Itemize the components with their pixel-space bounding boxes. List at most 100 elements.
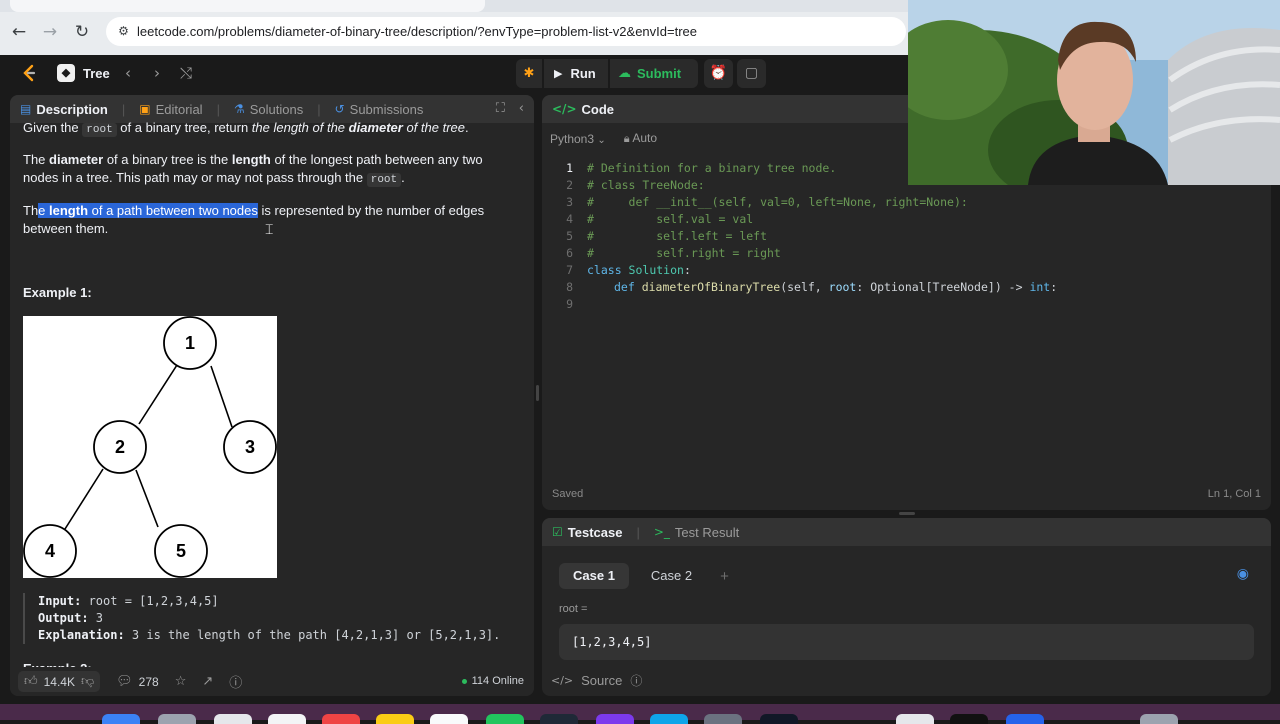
description-panel: ▤ Description | ▣ Editorial | ⚗ Solution…	[10, 95, 534, 696]
eye-icon[interactable]: ◉	[1237, 566, 1249, 582]
maximize-icon[interactable]: ⛶	[496, 101, 505, 116]
keyword: int	[1029, 280, 1051, 294]
problem-description: Given the root of a binary tree, return …	[23, 115, 523, 670]
dock-app-icon[interactable]	[376, 714, 414, 724]
leetcode-logo-icon[interactable]	[19, 63, 39, 83]
history-icon: ↺	[334, 102, 345, 116]
lock-icon: 🔒︎	[623, 132, 630, 145]
dock-app-icon[interactable]	[950, 714, 988, 724]
code-line: class Solution:	[587, 262, 691, 279]
url-text[interactable]: leetcode.com/problems/diameter-of-binary…	[137, 24, 697, 39]
shuffle-icon[interactable]: ⤭	[176, 63, 196, 83]
tree-node-label: 1	[185, 333, 195, 353]
line-number: 8	[566, 280, 573, 294]
text: of a binary tree is the	[103, 152, 232, 167]
text: .	[465, 120, 469, 135]
dock-app-icon[interactable]	[540, 714, 578, 724]
back-icon[interactable]: ←	[8, 21, 30, 43]
run-button[interactable]: ▶ Run	[544, 59, 608, 88]
strong-emphasis: diameter	[348, 120, 403, 135]
dock-app-icon[interactable]	[430, 714, 468, 724]
code-icon: </>	[552, 102, 577, 116]
inline-code: root	[82, 123, 117, 137]
address-bar[interactable]: ⚙ leetcode.com/problems/diameter-of-bina…	[106, 17, 906, 46]
line-number: 4	[566, 212, 573, 226]
share-button[interactable]: ↗	[202, 674, 213, 689]
dock-app-icon[interactable]	[896, 714, 934, 724]
comments-button[interactable]: 💬︎ 278	[116, 674, 159, 689]
tree-node-label: 5	[176, 541, 186, 561]
value: 3 is the length of the path [4,2,1,3] or…	[124, 628, 501, 642]
thumbs-down-icon[interactable]: 👎︎	[81, 674, 94, 689]
dock-app-icon[interactable]	[486, 714, 524, 724]
case-1-tab[interactable]: Case 1	[559, 563, 629, 589]
tab-testcase-label: Testcase	[567, 524, 623, 540]
dock-app-icon[interactable]	[704, 714, 742, 724]
tree-edge	[135, 469, 159, 528]
keyword: def	[614, 280, 635, 294]
prev-problem-icon[interactable]: ‹	[118, 63, 138, 83]
debug-icon[interactable]: ✱	[516, 59, 542, 88]
dock-app-icon[interactable]	[1140, 714, 1178, 724]
dock-app-icon[interactable]	[760, 714, 798, 724]
add-case-icon[interactable]: +	[720, 568, 729, 585]
play-icon: ▶	[554, 67, 563, 80]
example-input: Input: root = [1,2,3,4,5]	[38, 593, 500, 610]
code-line: def diameterOfBinaryTree(self, root: Opt…	[614, 279, 1057, 296]
submit-button[interactable]: ☁ Submit	[610, 59, 698, 88]
site-info-icon[interactable]: ⚙	[114, 22, 133, 41]
case-2-tab[interactable]: Case 2	[637, 563, 706, 589]
macos-dock	[0, 704, 1280, 724]
dock-app-icon[interactable]	[322, 714, 360, 724]
selected-text: of a path between two nodes	[88, 203, 258, 218]
testcase-input[interactable]: [1,2,3,4,5]	[559, 624, 1254, 660]
reload-icon[interactable]: ↻	[71, 21, 93, 43]
next-problem-icon[interactable]: ›	[147, 63, 167, 83]
tab-divider: |	[636, 524, 640, 540]
language-select[interactable]: Python3 ⌄	[550, 132, 606, 146]
cursor-position: Ln 1, Col 1	[1207, 488, 1261, 500]
like-count: 14.4K	[43, 674, 75, 689]
code-text: (self,	[780, 280, 829, 294]
example-tree-diagram: 1 2 3 4 5	[23, 316, 277, 578]
thumbs-up-icon[interactable]: 👍︎	[24, 674, 38, 689]
emphasis: of the tree	[402, 120, 466, 135]
dock-app-icon[interactable]	[650, 714, 688, 724]
source-toggle[interactable]: </> Source ⓘ	[551, 672, 642, 689]
emphasis: the length of the	[251, 120, 349, 135]
line-number: 2	[566, 178, 573, 192]
vertical-resize-handle[interactable]	[536, 385, 539, 401]
panel-controls: ⛶ ‹	[496, 101, 524, 116]
online-label: 114 Online	[471, 675, 524, 687]
tab-testcase[interactable]: ☑ Testcase	[552, 525, 622, 540]
definition-paragraph: The diameter of a binary tree is the len…	[23, 151, 518, 189]
checkbox-icon: ☑	[552, 525, 563, 539]
dock-app-icon[interactable]	[158, 714, 196, 724]
horizontal-resize-handle[interactable]	[899, 512, 915, 515]
browser-tab[interactable]	[10, 0, 485, 12]
tab-code[interactable]: </> Code	[552, 102, 614, 117]
dock-app-icon[interactable]	[596, 714, 634, 724]
problem-list-selector[interactable]: ◆ Tree	[57, 63, 110, 83]
favorite-button[interactable]: ☆	[175, 674, 187, 689]
notes-icon[interactable]: ▢	[737, 59, 766, 88]
tab-test-result[interactable]: >_ Test Result	[654, 525, 739, 540]
run-submit-bar: ✱ ▶ Run ☁ Submit	[516, 59, 698, 88]
dock-app-icon[interactable]	[268, 714, 306, 724]
dock-app-icon[interactable]	[102, 714, 140, 724]
help-button[interactable]: ⓘ	[229, 672, 242, 691]
auto-mode[interactable]: 🔒︎ Auto	[624, 131, 657, 146]
forward-icon[interactable]: →	[39, 21, 61, 43]
code-line: # def __init__(self, val=0, left=None, r…	[587, 195, 968, 209]
text: The	[23, 152, 50, 167]
example-explanation: Explanation: 3 is the length of the path…	[38, 627, 500, 644]
dock-app-icon[interactable]	[1006, 714, 1044, 724]
variable-label: root =	[559, 603, 588, 615]
alarm-clock-icon[interactable]: ⏰	[704, 59, 733, 88]
text: .	[401, 170, 405, 185]
collapse-icon[interactable]: ‹	[519, 101, 524, 116]
dock-app-icon[interactable]	[214, 714, 252, 724]
example-1-heading: Example 1:	[23, 285, 92, 300]
code-editor[interactable]: 1 # Definition for a binary tree node. 2 #…	[542, 158, 1271, 478]
source-label: Source	[581, 673, 623, 688]
